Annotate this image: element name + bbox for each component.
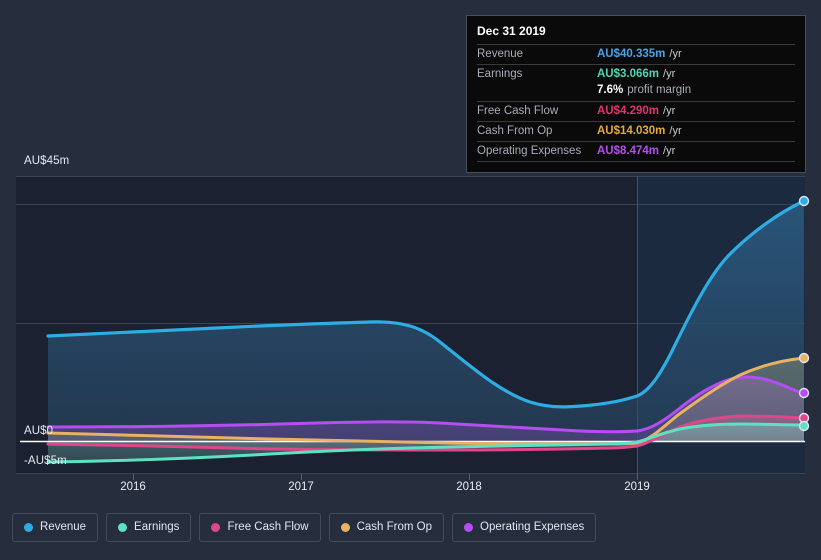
y-axis-label-top: AU$45m <box>24 155 70 167</box>
legend-dot-earnings-icon <box>118 523 128 532</box>
legend-label-free-cash-flow: Free Cash Flow <box>227 521 309 533</box>
financial-chart-page: AU$45m AU$0 -AU$5m 2016 2017 2018 2019 D… <box>0 0 821 560</box>
legend-label-operating-expenses: Operating Expenses <box>480 521 585 533</box>
tooltip-date-title: Dec 31 2019 <box>477 24 546 38</box>
endpoint-earnings <box>798 420 810 432</box>
y-axis-label-bottom: -AU$5m <box>24 455 67 467</box>
tooltip-unit-free-cash-flow: /yr <box>663 105 676 117</box>
tooltip-value-earnings: AU$3.066m <box>597 68 660 80</box>
tooltip-unit-earnings: /yr <box>663 68 676 80</box>
chart-tooltip: Dec 31 2019 Revenue AU$40.335m /yr Earni… <box>466 15 806 173</box>
tooltip-row-operating-expenses: Operating Expenses AU$8.474m /yr <box>477 141 795 161</box>
endpoint-operating-expenses <box>798 387 810 399</box>
x-axis-label-2019: 2019 <box>624 481 650 493</box>
tooltip-value-cash-from-op: AU$14.030m <box>597 125 666 137</box>
y-axis-label-zero: AU$0 <box>24 425 54 437</box>
tooltip-value-profit-margin: 7.6% <box>597 84 624 96</box>
tooltip-label-earnings: Earnings <box>477 68 523 80</box>
tooltip-value-operating-expenses: AU$8.474m <box>597 145 660 157</box>
tooltip-unit-cash-from-op: /yr <box>669 125 682 137</box>
legend-dot-free-cash-flow-icon <box>211 523 221 532</box>
tooltip-row-earnings: Earnings AU$3.066m /yr <box>477 64 795 84</box>
tooltip-label-free-cash-flow: Free Cash Flow <box>477 105 559 117</box>
tooltip-row-cash-from-op: Cash From Op AU$14.030m /yr <box>477 121 795 141</box>
x-axis-label-2017: 2017 <box>288 481 314 493</box>
legend-item-free-cash-flow[interactable]: Free Cash Flow <box>199 513 321 542</box>
tooltip-row-free-cash-flow: Free Cash Flow AU$4.290m /yr <box>477 101 795 121</box>
tooltip-label-revenue: Revenue <box>477 48 524 60</box>
legend-item-operating-expenses[interactable]: Operating Expenses <box>452 513 597 542</box>
tooltip-row-revenue: Revenue AU$40.335m /yr <box>477 44 795 64</box>
x-axis-label-2018: 2018 <box>456 481 482 493</box>
x-tick-marks <box>133 474 638 480</box>
legend-label-revenue: Revenue <box>40 521 87 533</box>
tooltip-unit-revenue: /yr <box>669 48 682 60</box>
tooltip-footer-divider <box>477 161 795 166</box>
legend-dot-revenue-icon <box>24 523 33 532</box>
tooltip-label-operating-expenses: Operating Expenses <box>477 145 582 157</box>
tooltip-row-profit-margin: 7.6% profit margin <box>477 84 795 101</box>
x-axis-label-2016: 2016 <box>120 481 146 493</box>
tooltip-value-free-cash-flow: AU$4.290m <box>597 105 660 117</box>
endpoint-cash-from-op <box>798 352 810 364</box>
legend-item-revenue[interactable]: Revenue <box>12 513 99 542</box>
tooltip-label-profit-margin: profit margin <box>627 84 692 96</box>
endpoint-revenue <box>798 195 810 207</box>
legend-label-cash-from-op: Cash From Op <box>356 521 433 533</box>
legend-item-earnings[interactable]: Earnings <box>106 513 192 542</box>
legend-dot-operating-expenses-icon <box>464 523 474 532</box>
legend-label-earnings: Earnings <box>134 521 180 533</box>
tooltip-unit-operating-expenses: /yr <box>663 145 676 157</box>
tooltip-value-revenue: AU$40.335m <box>597 48 666 60</box>
legend-dot-cash-from-op-icon <box>340 523 350 532</box>
legend-item-cash-from-op[interactable]: Cash From Op <box>328 513 445 542</box>
chart-legend: Revenue Earnings Free Cash Flow Cash Fro… <box>12 513 597 542</box>
tooltip-label-cash-from-op: Cash From Op <box>477 125 553 137</box>
